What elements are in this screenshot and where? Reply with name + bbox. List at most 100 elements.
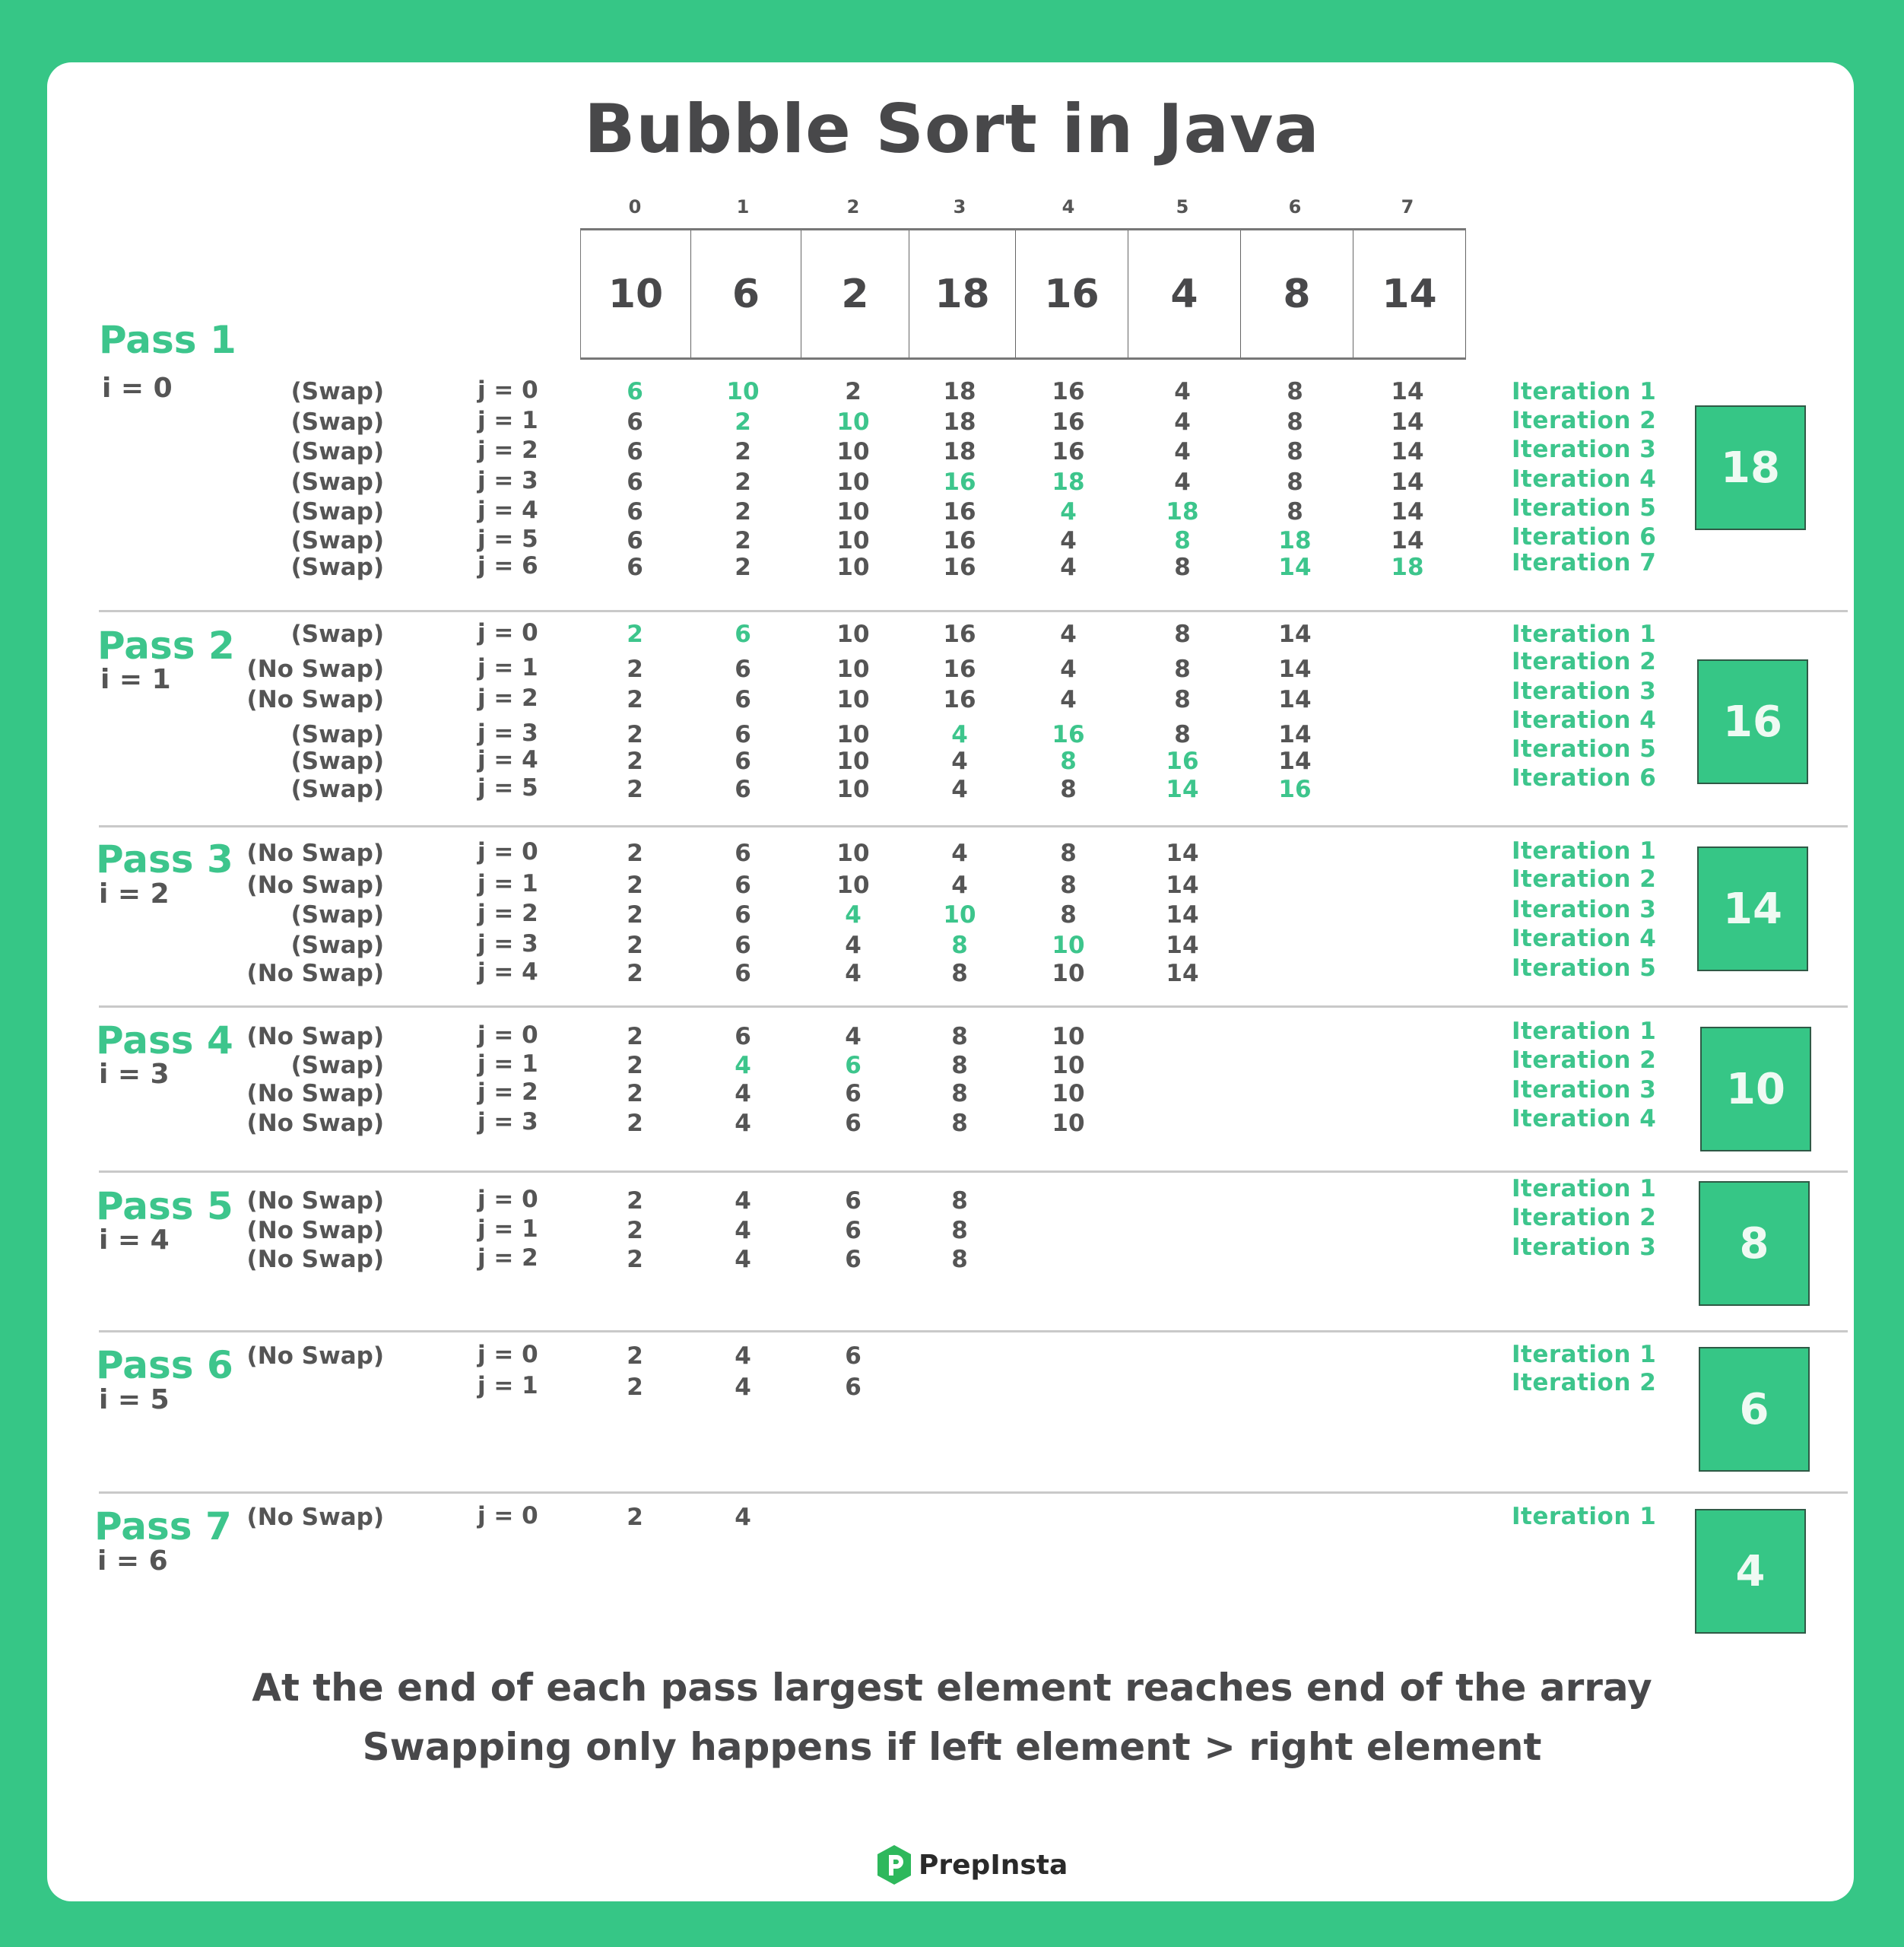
array-value: 10	[836, 721, 870, 748]
sorted-element-box: 18	[1695, 405, 1806, 530]
iteration-label: Iteration 1	[1512, 1018, 1657, 1045]
iteration-label: Iteration 1	[1512, 621, 1657, 648]
array-value: 8	[951, 1187, 968, 1215]
array-value: 14	[1391, 438, 1424, 465]
iteration-label: Iteration 2	[1512, 407, 1657, 434]
swap-status: (No Swap)	[246, 872, 384, 899]
iteration-label: Iteration 2	[1512, 1047, 1657, 1074]
swap-status: (Swap)	[290, 498, 384, 526]
array-value: 2	[627, 1080, 643, 1107]
swap-status: (No Swap)	[246, 1187, 384, 1215]
pass-divider	[99, 1005, 1848, 1008]
array-value: 4	[735, 1504, 751, 1531]
j-value: j = 2	[478, 1078, 538, 1106]
array-value: 8	[951, 1080, 968, 1107]
swap-status: (Swap)	[290, 932, 384, 959]
array-value: 14	[1278, 686, 1312, 713]
array-value: 6	[627, 468, 643, 496]
array-value: 2	[627, 656, 643, 683]
swapped-value: 4	[951, 721, 968, 748]
array-value: 10	[836, 686, 870, 713]
j-value: j = 5	[478, 526, 538, 553]
array-value: 10	[836, 776, 870, 803]
array-value: 8	[1174, 554, 1191, 581]
array-value: 2	[627, 1504, 643, 1531]
sorted-element-box: 16	[1697, 659, 1808, 784]
swapped-value: 18	[1391, 554, 1424, 581]
j-value: j = 4	[478, 746, 538, 773]
array-index: 3	[953, 196, 966, 218]
swapped-value: 16	[943, 468, 976, 496]
array-value: 2	[627, 721, 643, 748]
array-value: 18	[943, 408, 976, 436]
array-index: 5	[1176, 196, 1189, 218]
swap-status: (No Swap)	[246, 1504, 384, 1531]
swapped-value: 6	[845, 1052, 862, 1079]
swapped-value: 14	[1166, 776, 1199, 803]
iteration-label: Iteration 3	[1512, 678, 1657, 705]
swapped-value: 18	[1166, 498, 1199, 526]
array-value: 6	[735, 721, 751, 748]
array-value: 4	[951, 776, 968, 803]
j-value: j = 0	[478, 1502, 538, 1529]
swap-status: (Swap)	[290, 1052, 384, 1079]
j-value: j = 4	[478, 958, 538, 986]
array-index: 6	[1288, 196, 1302, 218]
swap-status: (Swap)	[290, 527, 384, 554]
array-value: 6	[845, 1110, 862, 1137]
swapped-value: 6	[627, 378, 643, 405]
swapped-value: 4	[1060, 498, 1077, 526]
array-value: 6	[627, 498, 643, 526]
array-value: 10	[1052, 1052, 1085, 1079]
swap-status: (Swap)	[290, 408, 384, 436]
array-value: 4	[951, 872, 968, 899]
page-title: Bubble Sort in Java	[584, 90, 1320, 168]
array-value: 10	[836, 554, 870, 581]
array-value: 6	[845, 1342, 862, 1370]
array-value: 6	[735, 776, 751, 803]
iteration-label: Iteration 2	[1512, 1204, 1657, 1231]
array-value: 4	[845, 960, 862, 987]
array-value: 8	[1174, 721, 1191, 748]
array-cell: 6	[691, 230, 801, 357]
swap-status: (Swap)	[290, 776, 384, 803]
array-value: 16	[1052, 378, 1085, 405]
array-value: 4	[1174, 378, 1191, 405]
array-value: 14	[1166, 932, 1199, 959]
j-value: j = 0	[478, 619, 538, 646]
j-value: j = 2	[478, 684, 538, 712]
array-value: 6	[735, 872, 751, 899]
array-value: 8	[1060, 901, 1077, 929]
array-value: 4	[1174, 438, 1191, 465]
array-value: 6	[735, 748, 751, 775]
iteration-label: Iteration 1	[1512, 1175, 1657, 1202]
swapped-value: 4	[735, 1052, 751, 1079]
array-value: 2	[627, 1217, 643, 1244]
array-value: 4	[735, 1374, 751, 1401]
swapped-value: 16	[1166, 748, 1199, 775]
swapped-value: 10	[836, 408, 870, 436]
array-value: 14	[1166, 840, 1199, 867]
swapped-value: 16	[1052, 721, 1085, 748]
array-value: 16	[943, 498, 976, 526]
i-value: i = 6	[97, 1545, 168, 1577]
array-value: 4	[845, 932, 862, 959]
array-cell: 8	[1241, 230, 1353, 357]
swap-status: (No Swap)	[246, 1110, 384, 1137]
sorted-element-box: 14	[1697, 846, 1808, 971]
j-value: j = 1	[478, 407, 538, 434]
array-value: 16	[943, 554, 976, 581]
array-index: 4	[1061, 196, 1075, 218]
swap-status: (No Swap)	[246, 1217, 384, 1244]
swapped-value: 14	[1278, 554, 1312, 581]
swapped-value: 10	[726, 378, 760, 405]
note-swap-condition: Swapping only happens if left element > …	[362, 1725, 1542, 1769]
swapped-value: 10	[1052, 932, 1085, 959]
array-value: 6	[627, 554, 643, 581]
swapped-value: 8	[1060, 748, 1077, 775]
j-value: j = 2	[478, 900, 538, 927]
array-value: 16	[943, 621, 976, 648]
swap-status: (No Swap)	[246, 960, 384, 987]
array-value: 2	[735, 468, 751, 496]
j-value: j = 3	[478, 719, 538, 747]
